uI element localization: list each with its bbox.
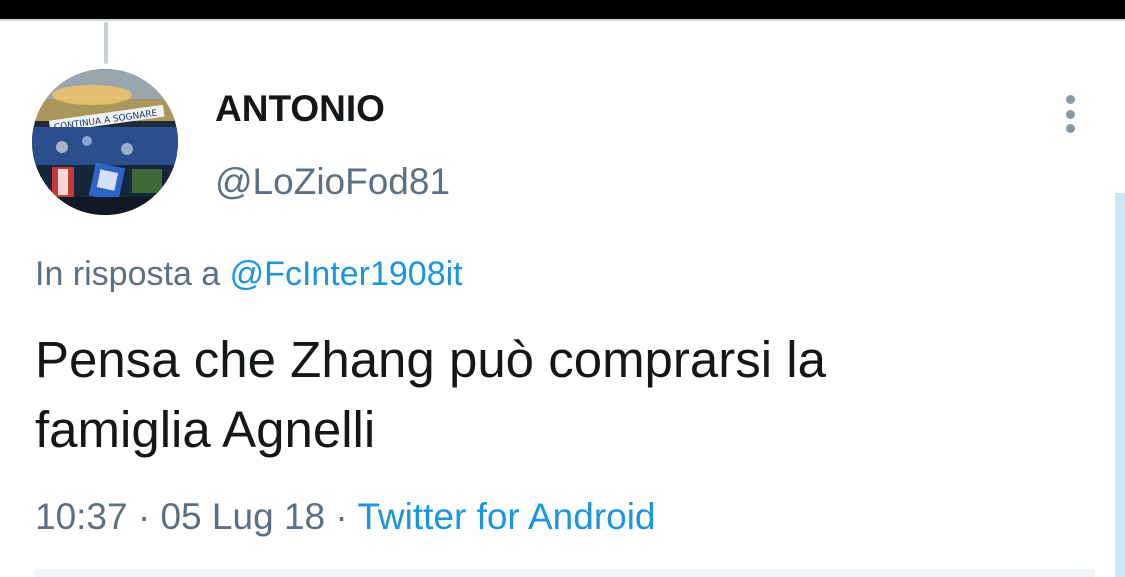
tweet-text-line: famiglia Agnelli [35,401,376,458]
tweet-time[interactable]: 10:37 [35,496,128,537]
scrollbar[interactable] [1115,193,1125,577]
meta-separator: · [137,496,151,537]
reply-mention-link[interactable]: @FcInter1908it [230,255,463,293]
tweet-metadata: 10:37 · 05 Lug 18 · Twitter for Android [35,496,656,538]
meta-separator: · [335,496,348,537]
user-handle[interactable]: @LoZioFod81 [215,161,450,203]
divider [0,19,1125,21]
tweet-source-link[interactable]: Twitter for Android [357,496,655,537]
tweet-date[interactable]: 05 Lug 18 [160,496,325,537]
reply-prefix: In risposta a [35,255,221,293]
bottom-divider [35,569,1095,577]
tweet-text-line: Pensa che Zhang può comprarsi la [35,331,826,388]
thread-connector-line [104,22,108,64]
reply-context: In risposta a @FcInter1908it [35,255,463,294]
more-vertical-icon [1065,124,1075,133]
more-vertical-icon [1065,109,1075,119]
display-name[interactable]: ANTONIO [215,88,385,130]
avatar[interactable]: CONTINUA A SOGNARE [32,69,178,215]
avatar-image: CONTINUA A SOGNARE [32,69,178,215]
more-options-button[interactable] [1052,92,1088,136]
more-vertical-icon [1065,95,1075,104]
tweet-text: Pensa che Zhang può comprarsi la famigli… [35,325,1075,465]
status-bar [0,0,1125,19]
